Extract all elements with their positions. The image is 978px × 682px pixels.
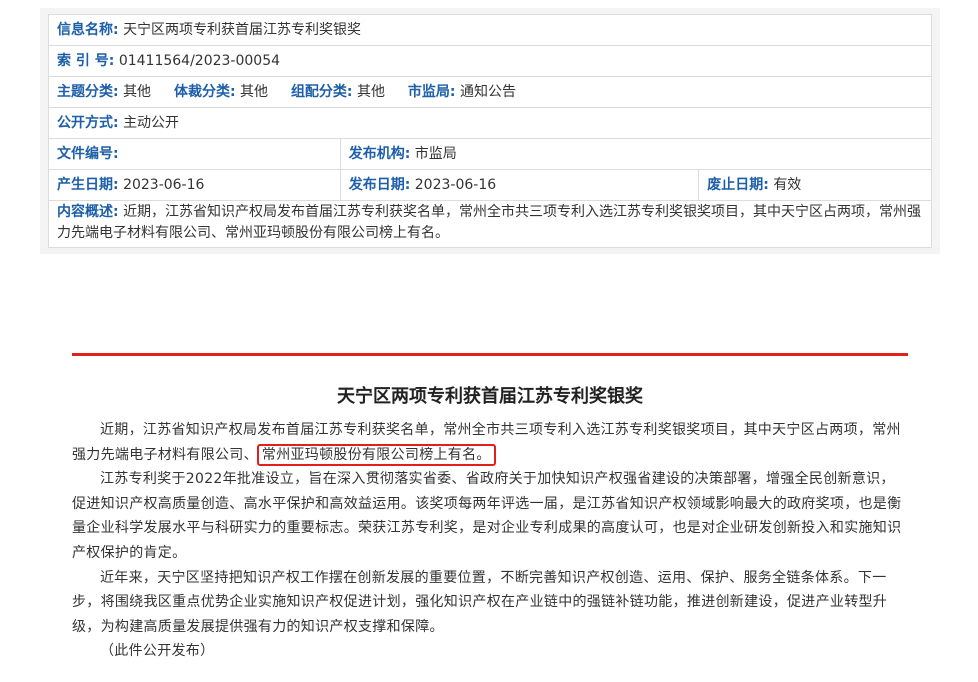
paragraph-1: 近期，江苏省知识产权局发布首届江苏专利获奖名单，常州全市共三项专利入选江苏专利奖… bbox=[72, 418, 908, 467]
expiry-date-label: 废止日期: bbox=[707, 176, 769, 193]
paragraph-3: 近年来，天宁区坚持把知识产权工作摆在创新发展的重要位置，不断完善知识产权创造、运… bbox=[72, 569, 888, 635]
disclosure-label: 公开方式: bbox=[57, 114, 119, 131]
index-label: 索 引 号: bbox=[57, 52, 115, 69]
created-date-value: 2023-06-16 bbox=[123, 176, 205, 193]
document-metadata-panel: 信息名称: 天宁区两项专利获首届江苏专利奖银奖 索 引 号: 01411564/… bbox=[40, 8, 940, 254]
classification-row: 主题分类: 其他 体裁分类: 其他 组配分类: 其他 市监局: 通知公告 bbox=[48, 76, 932, 108]
article-title: 天宁区两项专利获首届江苏专利奖银奖 bbox=[337, 386, 643, 407]
title-divider bbox=[72, 353, 908, 356]
metadata-table: 信息名称: 天宁区两项专利获首届江苏专利奖银奖 索 引 号: 01411564/… bbox=[48, 14, 933, 248]
info-name-row: 信息名称: 天宁区两项专利获首届江苏专利奖银奖 bbox=[48, 14, 932, 46]
doc-no-label: 文件编号: bbox=[57, 145, 119, 162]
published-date-label: 发布日期: bbox=[348, 176, 411, 193]
disclosure-value: 主动公开 bbox=[123, 114, 180, 131]
summary-value: 近期，江苏省知识产权局发布首届江苏专利获奖名单，常州全市共三项专利入选江苏专利奖… bbox=[57, 204, 922, 241]
info-name-label: 信息名称: bbox=[57, 21, 119, 38]
disclosure-row: 公开方式: 主动公开 bbox=[48, 107, 932, 139]
highlighted-text: 常州亚玛顿股份有限公司榜上有名。 bbox=[256, 443, 496, 466]
genre-value: 其他 bbox=[240, 83, 269, 100]
dates-row: 产生日期: 2023-06-16 发布日期: 2023-06-16 废止日期: … bbox=[48, 169, 932, 201]
group-label: 组配分类: bbox=[290, 83, 353, 100]
index-row: 索 引 号: 01411564/2023-00054 bbox=[48, 45, 932, 77]
topic-label: 主题分类: bbox=[57, 83, 119, 100]
index-value: 01411564/2023-00054 bbox=[118, 52, 281, 69]
genre-label: 体裁分类: bbox=[173, 83, 236, 100]
created-date-label: 产生日期: bbox=[57, 176, 119, 193]
summary-row: 内容概述: 近期，江苏省知识产权局发布首届江苏专利获奖名单，常州全市共三项专利入… bbox=[48, 200, 932, 248]
publication-note: （此件公开发布） bbox=[100, 643, 215, 660]
issuer-label: 发布机构: bbox=[348, 145, 411, 162]
doc-issuer-row: 文件编号: 发布机构: 市监局 bbox=[48, 138, 933, 170]
bureau-label: 市监局: bbox=[407, 83, 456, 100]
article-body: 近期，江苏省知识产权局发布首届江苏专利获奖名单，常州全市共三项专利入选江苏专利奖… bbox=[72, 418, 908, 664]
group-value: 其他 bbox=[357, 83, 385, 100]
expiry-date-value: 有效 bbox=[773, 176, 802, 193]
issuer-value: 市监局 bbox=[414, 145, 457, 162]
summary-label: 内容概述: bbox=[57, 204, 119, 220]
info-name-value: 天宁区两项专利获首届江苏专利奖银奖 bbox=[123, 21, 362, 38]
published-date-value: 2023-06-16 bbox=[414, 176, 497, 193]
paragraph-2: 江苏专利奖于2022年批准设立，旨在深入贯彻落实省委、省政府关于加快知识产权强省… bbox=[72, 471, 902, 561]
topic-value: 其他 bbox=[123, 83, 152, 100]
bureau-value: 通知公告 bbox=[459, 83, 516, 100]
